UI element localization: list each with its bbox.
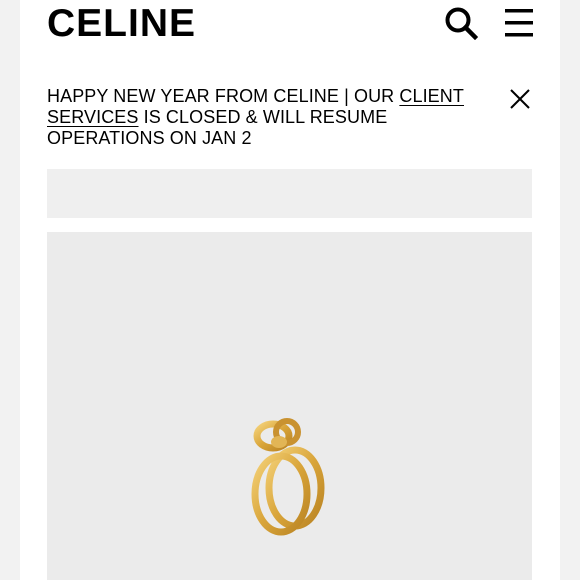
page: CELINE HAPPY NEW YEAR FROM CELINE | OUR … — [20, 0, 560, 580]
gold-ring-image — [251, 418, 325, 536]
celine-logo[interactable]: CELINE — [47, 2, 196, 46]
placeholder-bar — [47, 169, 532, 218]
product-image-card[interactable] — [47, 232, 532, 580]
site-header: CELINE — [20, 0, 560, 56]
search-icon[interactable] — [444, 6, 478, 40]
banner-text: HAPPY NEW YEAR FROM CELINE | OUR — [47, 86, 400, 106]
close-icon[interactable] — [509, 88, 531, 110]
menu-icon[interactable] — [504, 8, 534, 38]
announcement-banner: HAPPY NEW YEAR FROM CELINE | OUR CLIENT … — [47, 86, 467, 149]
